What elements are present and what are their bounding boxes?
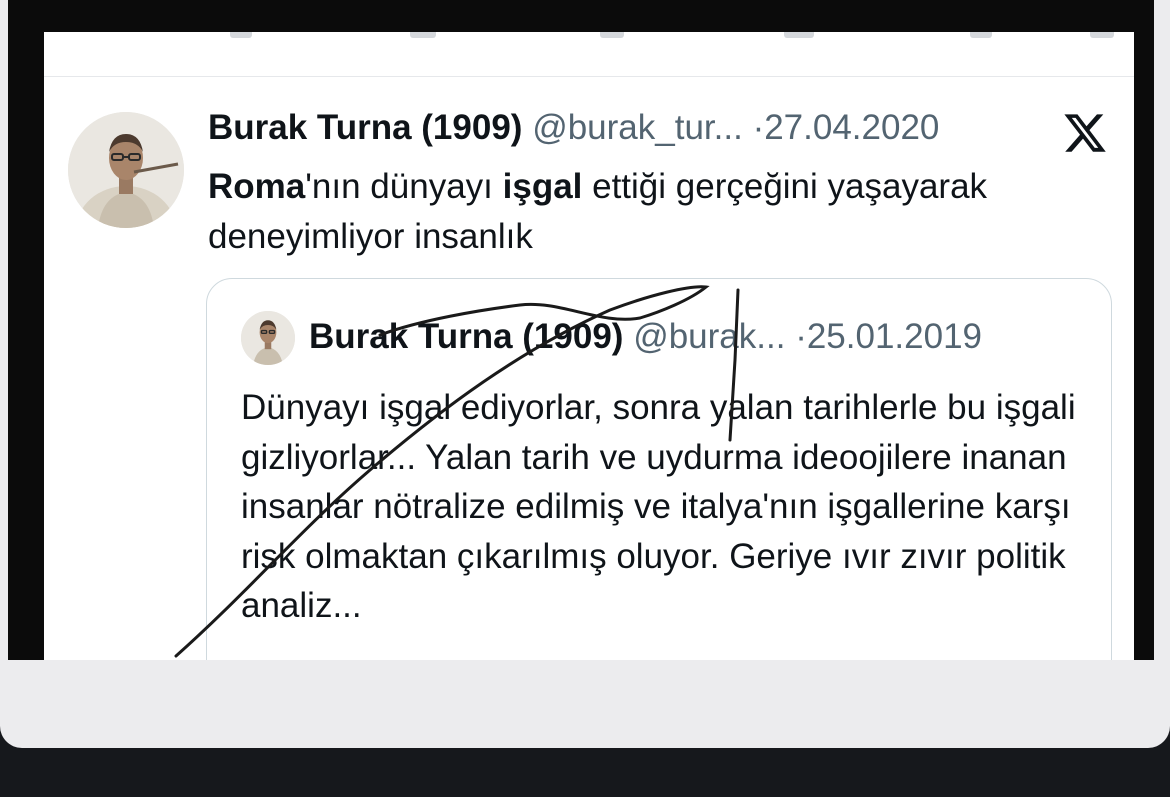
quoted-tweet-header: Burak Turna (1909) @burak... ·25.01.2019 (309, 315, 982, 359)
quoted-author-handle[interactable]: @burak... (633, 317, 785, 356)
tweet-text: Roma'nın dünyayı işgal ettiği gerçeğini … (208, 162, 1108, 262)
bookmark-icon[interactable] (970, 32, 992, 38)
quoted-tweet-text: Dünyayı işgal ediyorlar, sonra yalan tar… (241, 388, 1076, 625)
x-logo-icon (1064, 114, 1106, 152)
tweet-text-part-2: 'nın dünyayı (305, 167, 503, 206)
author-handle[interactable]: @burak_tur... (532, 108, 743, 147)
tweet[interactable]: Burak Turna (1909) @burak_tur... ·27.04.… (44, 78, 1134, 660)
quoted-separator-dot: · (795, 317, 807, 356)
quoted-avatar-icon (241, 311, 295, 365)
screenshot-card: Burak Turna (1909) @burak_tur... ·27.04.… (0, 0, 1170, 748)
tweet-header: Burak Turna (1909) @burak_tur... ·27.04.… (208, 106, 939, 150)
retweet-icon[interactable] (410, 32, 436, 38)
tweet-screenshot: Burak Turna (1909) @burak_tur... ·27.04.… (44, 0, 1134, 660)
avatar-photo (68, 112, 184, 228)
action-row (44, 32, 1134, 77)
quoted-tweet-date[interactable]: 25.01.2019 (807, 317, 982, 356)
like-icon[interactable] (600, 32, 624, 38)
quoted-avatar-photo (241, 311, 295, 365)
tweet-text-bold-1[interactable]: Roma (208, 167, 305, 206)
author-name[interactable]: Burak Turna (1909) (208, 108, 522, 147)
views-icon[interactable] (784, 32, 814, 38)
reply-icon[interactable] (230, 32, 252, 38)
separator-dot: · (752, 108, 765, 147)
share-icon[interactable] (1090, 32, 1114, 38)
tweet-date[interactable]: 27.04.2020 (764, 108, 939, 147)
status-strip (44, 0, 1134, 32)
quoted-author-name[interactable]: Burak Turna (1909) (309, 317, 623, 356)
tweet-text-bold-2[interactable]: işgal (503, 167, 583, 206)
avatar-icon[interactable] (68, 112, 184, 228)
quoted-tweet[interactable]: Burak Turna (1909) @burak... ·25.01.2019… (206, 278, 1112, 660)
screenshot-frame: Burak Turna (1909) @burak_tur... ·27.04.… (8, 0, 1154, 660)
